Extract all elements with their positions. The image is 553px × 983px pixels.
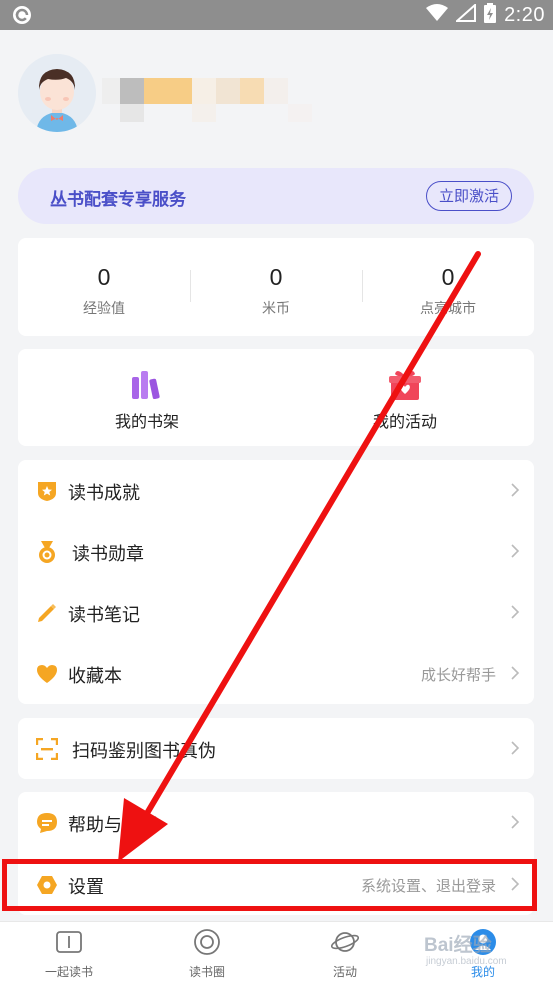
menu-item-settings[interactable]: 设置 系统设置、退出登录 [18,854,534,915]
menu-item-scan-verify[interactable]: 扫码鉴别图书真伪 [18,718,534,779]
shortcut-label: 我的书架 [114,412,179,431]
vip-service-banner[interactable]: 丛书配套专享服务 立即激活 [18,168,534,224]
stat-label: 经验值 [83,301,125,317]
shortcut-label: 我的活动 [372,412,437,431]
wifi-icon [426,4,449,26]
achievement-shield-icon [36,480,58,502]
stat-value: 0 [97,264,111,290]
menu-label: 帮助与反馈 [68,815,158,836]
menu-label: 读书笔记 [68,605,140,626]
cellular-signal-icon [454,2,477,26]
app-notification-icon [12,5,32,29]
menu-item-medal[interactable]: 读书勋章 [18,521,534,582]
stat-experience[interactable]: 0 经验值 [18,238,190,336]
chevron-right-icon [510,482,520,498]
menu-item-notes[interactable]: 读书笔记 [18,582,534,643]
medal-icon [36,541,58,563]
my-activities-button[interactable]: 我的活动 [276,349,534,446]
settings-menu-card: 帮助与反馈 设置 系统设置、退出登录 [18,792,534,915]
chevron-right-icon [510,543,520,559]
menu-label: 设置 [68,877,104,898]
tab-label: 我的 [470,965,495,979]
status-time: 2:20 [504,3,545,26]
menu-subtitle: 系统设置、退出登录 [360,877,496,895]
tab-label: 读书圈 [188,965,225,979]
vip-banner-title: 丛书配套专享服务 [50,190,186,210]
tab-activities[interactable]: 活动 [276,922,414,983]
gift-icon [387,367,423,403]
chevron-right-icon [510,876,520,892]
tab-read-together[interactable]: 一起读书 [0,922,138,983]
chevron-right-icon [510,740,520,756]
shortcuts-card: 我的书架 我的活动 [18,349,534,446]
menu-label: 读书成就 [68,483,140,504]
circle-icon [193,928,221,956]
scan-icon [35,737,59,761]
planet-icon [330,928,360,956]
menu-label: 扫码鉴别图书真伪 [72,741,216,762]
chat-bubble-icon [36,812,58,834]
tab-reading-circle[interactable]: 读书圈 [138,922,276,983]
stat-label: 米币 [262,301,290,317]
status-bar: 2:20 [0,0,553,30]
my-bookshelf-button[interactable]: 我的书架 [18,349,276,446]
profile-icon [469,928,497,956]
menu-item-achievement[interactable]: 读书成就 [18,460,534,521]
menu-subtitle: 成长好帮手 [420,666,496,684]
chevron-right-icon [510,814,520,830]
menu-label: 收藏本 [68,666,122,687]
activate-button[interactable]: 立即激活 [426,181,512,211]
profile-header[interactable] [18,54,538,134]
menu-label: 读书勋章 [72,544,144,565]
menu-item-help-feedback[interactable]: 帮助与反馈 [18,792,534,853]
scan-menu-card: 扫码鉴别图书真伪 [18,718,534,779]
pencil-icon [36,602,58,624]
tab-label: 活动 [332,965,357,979]
chevron-right-icon [510,665,520,681]
bottom-navigation: 一起读书 读书圈 活动 我的 [0,921,553,983]
chevron-right-icon [510,604,520,620]
book-icon [55,928,83,956]
boy-avatar-icon[interactable] [18,54,96,132]
tab-label: 一起读书 [44,965,93,979]
stat-label: 点亮城市 [420,301,476,317]
reading-menu-card: 读书成就 读书勋章 读书笔记 收藏本 成长好帮手 [18,460,534,704]
settings-hexagon-icon [36,874,58,896]
stat-value: 0 [269,264,283,290]
battery-charging-icon [484,3,497,27]
stat-coins[interactable]: 0 米币 [190,238,362,336]
stat-cities[interactable]: 0 点亮城市 [362,238,534,336]
stats-card: 0 经验值 0 米币 0 点亮城市 [18,238,534,336]
bookshelf-icon [129,367,165,403]
heart-icon [36,663,58,685]
menu-item-favorites[interactable]: 收藏本 成长好帮手 [18,643,534,704]
stat-value: 0 [441,264,455,290]
tab-mine[interactable]: 我的 [414,922,552,983]
